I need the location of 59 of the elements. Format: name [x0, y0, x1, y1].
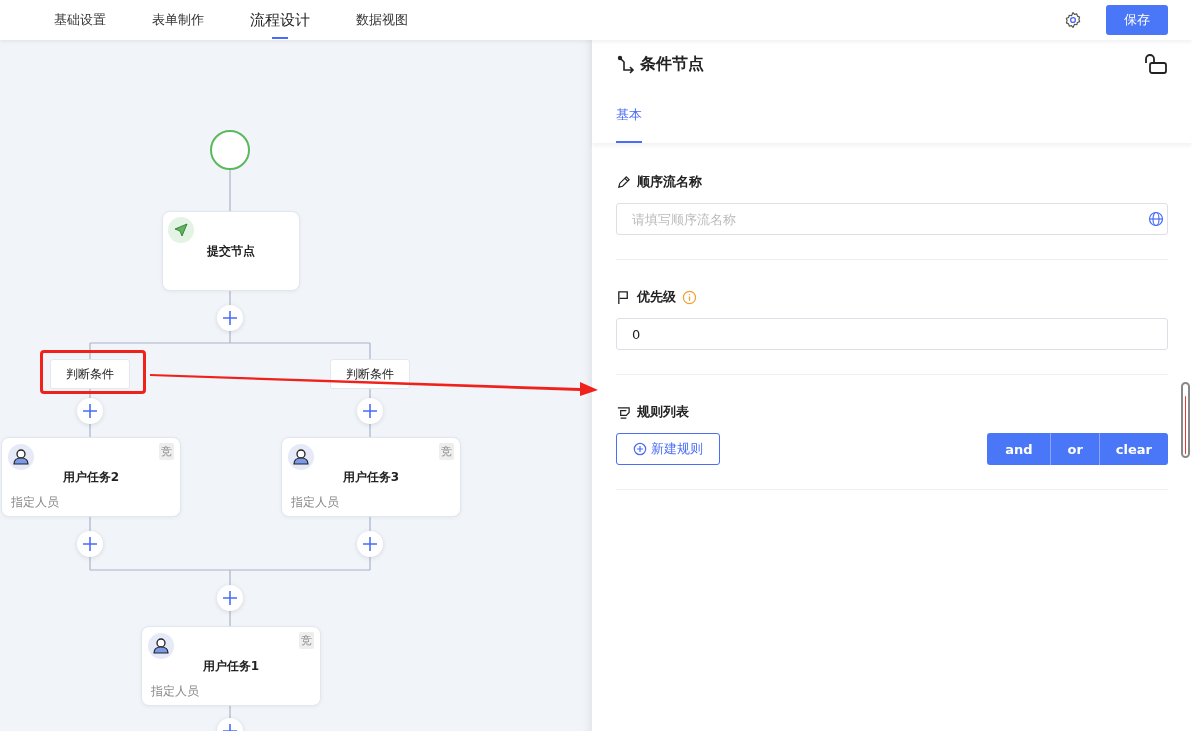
- panel-tab[interactable]: 基本: [616, 106, 642, 143]
- priority-field[interactable]: 0: [616, 318, 1168, 350]
- assignee-text: 指定人员: [291, 494, 339, 511]
- send-icon: [168, 217, 194, 243]
- assignee-text: 指定人员: [151, 683, 199, 700]
- task-node[interactable]: 竞 用户任务2 指定人员: [1, 437, 181, 517]
- connector-line: [229, 168, 231, 212]
- new-rule-button[interactable]: 新建规则: [616, 433, 720, 465]
- name-field[interactable]: 请填写顺序流名称: [616, 203, 1168, 235]
- assignee-text: 指定人员: [11, 494, 59, 511]
- condition-label[interactable]: 判断条件: [50, 359, 130, 389]
- logic-button[interactable]: and: [987, 433, 1051, 465]
- unlock-icon[interactable]: [1144, 52, 1168, 76]
- plus-icon: [222, 590, 238, 606]
- field-label: 优先级: [637, 288, 676, 306]
- add-node-button[interactable]: [77, 531, 103, 557]
- connector-icon: [616, 54, 636, 74]
- globe-icon[interactable]: [1148, 211, 1164, 227]
- user-icon: [288, 444, 314, 470]
- logic-button[interactable]: or: [1050, 433, 1099, 465]
- nav-tab[interactable]: 表单制作: [138, 0, 218, 40]
- add-node-button[interactable]: [77, 398, 103, 424]
- user-icon: [148, 633, 174, 659]
- plus-icon: [82, 403, 98, 419]
- plus-icon: [362, 403, 378, 419]
- badge: 竞: [299, 632, 314, 649]
- plus-circle-icon: [633, 442, 647, 456]
- task-node[interactable]: 竞 用户任务3 指定人员: [281, 437, 461, 517]
- field-label: 规则列表: [637, 403, 689, 421]
- logic-button[interactable]: clear: [1098, 433, 1168, 465]
- settings-icon[interactable]: [1064, 11, 1082, 29]
- nav-tab[interactable]: 数据视图: [342, 0, 422, 40]
- list-icon: [616, 404, 631, 420]
- task-node[interactable]: 竞 用户任务1 指定人员: [141, 626, 321, 706]
- plus-icon: [82, 536, 98, 552]
- plus-icon: [222, 310, 238, 326]
- nav-tab[interactable]: 流程设计: [236, 0, 324, 40]
- badge: 竞: [439, 443, 454, 460]
- node-title: 用户任务1: [202, 658, 260, 675]
- add-node-button[interactable]: [357, 398, 383, 424]
- node-title: 用户任务2: [62, 469, 120, 486]
- plus-icon: [362, 536, 378, 552]
- badge: 竞: [159, 443, 174, 460]
- start-node[interactable]: [210, 130, 250, 170]
- submit-node[interactable]: 提交节点: [162, 211, 300, 291]
- field-label: 顺序流名称: [637, 173, 702, 191]
- add-node-button[interactable]: [217, 585, 243, 611]
- condition-label[interactable]: 判断条件: [330, 359, 410, 389]
- info-icon[interactable]: [682, 289, 697, 305]
- save-button[interactable]: 保存: [1106, 5, 1168, 35]
- user-icon: [8, 444, 34, 470]
- add-node-button[interactable]: [357, 531, 383, 557]
- add-node-button[interactable]: [217, 305, 243, 331]
- nav-tab[interactable]: 基础设置: [40, 0, 120, 40]
- pencil-icon: [616, 174, 631, 190]
- flag-icon: [616, 289, 631, 305]
- node-title: 用户任务3: [342, 469, 400, 486]
- panel-title: 条件节点: [640, 53, 704, 75]
- node-title: 提交节点: [207, 243, 255, 260]
